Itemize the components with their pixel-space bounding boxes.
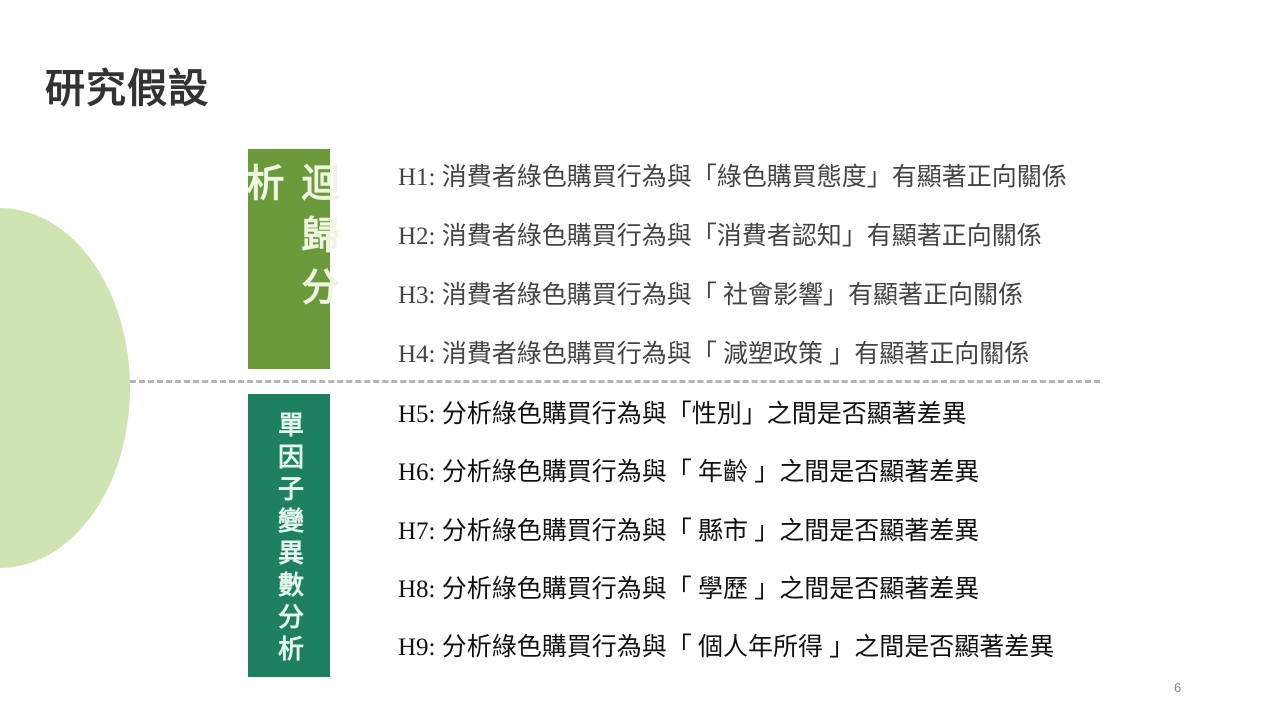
hypothesis-h1: H1: 消費者綠色購買行為與「綠色購買態度」有顯著正向關係 — [398, 164, 1067, 191]
hypothesis-h5: H5: 分析綠色購買行為與「性別」之間是否顯著差異 — [398, 401, 967, 428]
divider — [130, 380, 1100, 383]
anova-box: 單因子變異數分析 — [248, 394, 330, 677]
hypothesis-h2: H2: 消費者綠色購買行為與「消費者認知」有顯著正向關係 — [398, 223, 1042, 250]
regression-analysis-label: 迴歸分析 — [240, 163, 337, 319]
page-number: 6 — [1174, 680, 1182, 695]
hypothesis-h3: H3: 消費者綠色購買行為與「 社會影響」有顯著正向關係 — [398, 282, 1024, 309]
hypothesis-h9: H9: 分析綠色購買行為與「 個人年所得 」之間是否顯著差異 — [398, 634, 1055, 661]
anova-label: 單因子變異數分析 — [274, 410, 304, 667]
page-title: 研究假設 — [45, 66, 209, 111]
hypothesis-h8: H8: 分析綠色購買行為與「 學歷 」之間是否顯著差異 — [398, 576, 980, 603]
hypothesis-h4: H4: 消費者綠色購買行為與「 減塑政策 」有顯著正向關係 — [398, 341, 1030, 368]
decorative-circle — [0, 208, 130, 568]
hypothesis-h7: H7: 分析綠色購買行為與「 縣市 」之間是否顯著差異 — [398, 518, 980, 545]
regression-analysis-box: 迴歸分析 — [240, 149, 337, 369]
hypothesis-h6: H6: 分析綠色購買行為與「 年齡 」之間是否顯著差異 — [398, 459, 980, 486]
